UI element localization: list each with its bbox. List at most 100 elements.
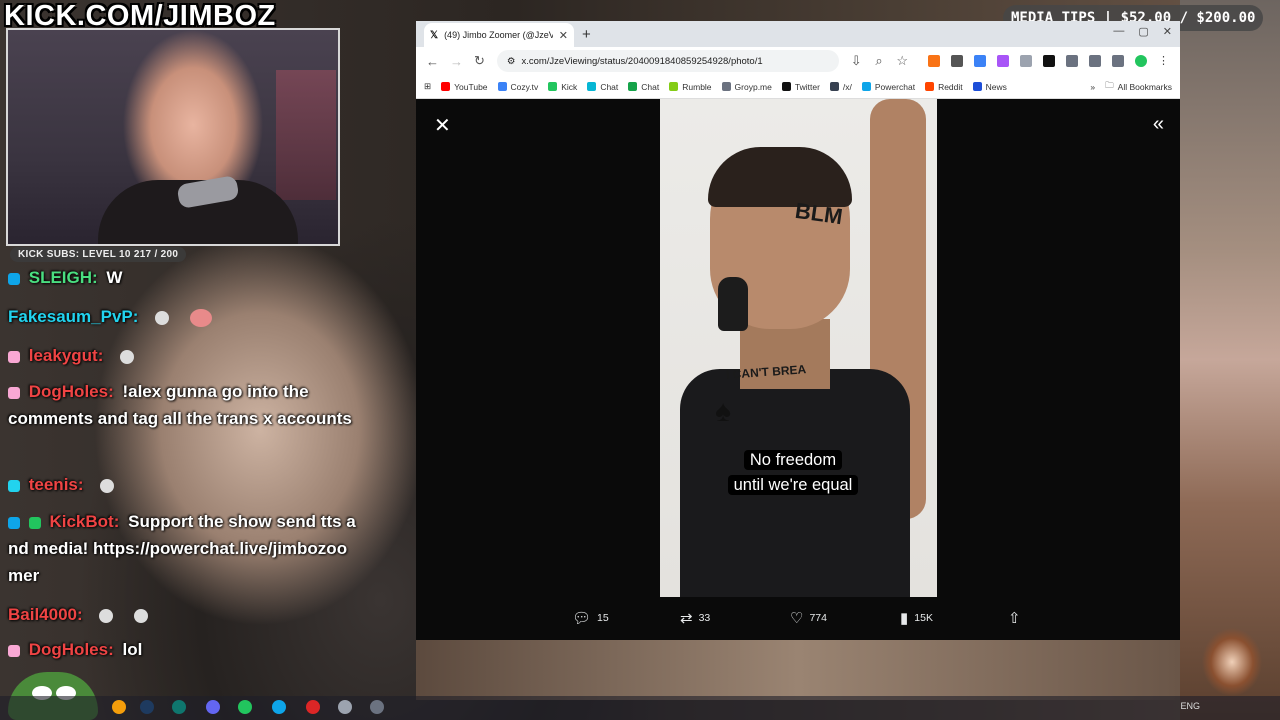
spotify-icon[interactable]	[238, 700, 252, 714]
x-extension-icon[interactable]	[1043, 55, 1055, 67]
share-button[interactable]: ⇧	[1008, 609, 1021, 627]
bookmark-star-icon[interactable]: ☆	[896, 53, 908, 69]
bookmark-label: /x/	[842, 81, 852, 92]
puzzle-icon[interactable]	[1066, 55, 1078, 67]
bookmark-twitter[interactable]: Twitter	[781, 81, 820, 92]
bookmark-powerchat[interactable]: Powerchat	[861, 81, 916, 92]
minimize-icon[interactable]: —	[1113, 25, 1124, 38]
chat-badge-icon	[28, 516, 41, 529]
caption-line: until we're equal	[727, 475, 859, 495]
bookmark-x[interactable]: /x/	[829, 81, 852, 92]
bookmark-groyp[interactable]: Groyp.me	[721, 82, 772, 92]
folder-icon: 🗀	[1105, 79, 1114, 90]
bookmark-cozy[interactable]: Cozy.tv	[497, 82, 538, 92]
powerchat-icon	[861, 82, 871, 91]
bookmark-kick[interactable]: Kick	[548, 82, 577, 92]
bookmark-label: News	[985, 81, 1007, 92]
heart-icon: ♡	[790, 610, 804, 627]
input-language[interactable]: ENG	[1180, 701, 1200, 711]
chat-username: teenis:	[28, 475, 84, 494]
emote-icon	[120, 349, 135, 364]
bookmark-label: Powerchat	[874, 81, 916, 92]
bookmark-label: Chat	[600, 81, 619, 92]
extension-icon[interactable]	[951, 55, 963, 67]
media-icon[interactable]	[1112, 55, 1124, 67]
url-text: x.com/JzeViewing/status/2040091840859254…	[521, 55, 763, 67]
chat-message: DogHoles: lol	[8, 636, 142, 663]
metamask-extension-icon[interactable]	[928, 55, 940, 67]
bookmark-chat[interactable]: Chat	[587, 82, 618, 92]
sidebar-icon[interactable]	[1089, 55, 1101, 67]
groyp-icon	[721, 82, 731, 91]
all-bookmarks[interactable]: 🗀 All Bookmarks	[1105, 80, 1172, 94]
chat-message: Fakesaum_PvP:	[8, 303, 220, 330]
chat-badge-icon	[8, 350, 20, 363]
telegram-icon[interactable]	[272, 700, 286, 714]
chat-username: SLEIGH:	[28, 268, 98, 287]
bookmark-label: YouTube	[454, 81, 488, 92]
url-input[interactable]: ⚙ x.com/JzeViewing/status/20400918408592…	[496, 50, 839, 72]
forward-icon[interactable]: →	[450, 54, 463, 69]
profile-avatar-icon[interactable]	[1135, 55, 1147, 67]
chat-username: DogHoles:	[28, 382, 114, 401]
window-close-icon[interactable]: ✕	[1163, 25, 1172, 38]
tab-close-icon[interactable]: ✕	[559, 29, 568, 42]
views-chart-icon: ▮	[900, 610, 909, 627]
chat-message: teenis:	[8, 471, 122, 498]
tab-title: (49) Jimbo Zoomer (@JzeViewing	[444, 30, 553, 40]
x-icon	[781, 82, 791, 91]
taskbar-app-icon[interactable]	[206, 700, 220, 714]
back-icon[interactable]: ←	[426, 54, 439, 69]
install-icon[interactable]: ⇩	[851, 53, 862, 69]
zoom-icon[interactable]: ⌕	[874, 53, 885, 69]
reload-icon[interactable]: ↻	[474, 53, 485, 69]
bookmarks-overflow-icon[interactable]: »	[1090, 82, 1095, 92]
like-button[interactable]: ♡ 774	[790, 609, 827, 627]
taskbar-app-icon[interactable]	[172, 700, 186, 714]
apps-grid-icon[interactable]: ⊞	[424, 81, 431, 92]
menu-icon[interactable]: ⋮	[1158, 55, 1170, 67]
steam-icon[interactable]	[140, 700, 154, 714]
chat-text: lol	[122, 640, 143, 659]
like-count: 774	[809, 612, 827, 624]
taskbar: ENG	[0, 696, 1280, 720]
taskbar-app-icon[interactable]	[370, 700, 384, 714]
extension-icon[interactable]	[974, 55, 986, 67]
taskbar-app-icon[interactable]	[338, 700, 352, 714]
reply-button[interactable]: 💬︎ 15	[572, 609, 609, 627]
taskbar-app-icon[interactable]	[306, 700, 320, 714]
new-tab-button[interactable]: +	[582, 26, 591, 47]
bookmark-news[interactable]: News	[972, 81, 1007, 92]
post-photo[interactable]: BLM I CAN'T BREA ♠ No freedom until we'r…	[660, 99, 937, 597]
photo-hair	[708, 147, 852, 207]
extension-icons: ⋮	[928, 55, 1170, 67]
bookmark-label: Twitter	[794, 81, 820, 92]
site-info-icon[interactable]: ⚙	[507, 56, 516, 67]
rumble-icon	[669, 82, 679, 91]
views-button[interactable]: ▮ 15K	[900, 609, 933, 627]
emote-icon	[134, 608, 149, 623]
caption-line: No freedom	[743, 450, 843, 470]
bookmark-youtube[interactable]: YouTube	[441, 81, 488, 92]
extension-icon[interactable]	[1020, 55, 1032, 67]
bookmark-reddit[interactable]: Reddit	[925, 82, 963, 92]
grid-icon	[829, 82, 839, 91]
subs-badge: KICK SUBS: LEVEL 10 217 / 200	[10, 247, 187, 262]
browser-tab[interactable]: 𝕏 (49) Jimbo Zoomer (@JzeViewing ✕	[424, 23, 574, 47]
extension-icon[interactable]	[997, 55, 1009, 67]
bookmark-chat-2[interactable]: Chat	[628, 82, 659, 92]
address-bar: ← → ↻ ⚙ x.com/JzeViewing/status/20400918…	[416, 47, 1180, 75]
taskbar-app-icon[interactable]	[112, 700, 126, 714]
close-icon[interactable]: ✕	[434, 113, 451, 138]
stream-background-bottom	[416, 640, 1180, 700]
maximize-icon[interactable]: ▢	[1138, 25, 1148, 38]
bookmark-rumble[interactable]: Rumble	[669, 82, 712, 92]
emote-icon	[99, 608, 114, 623]
bookmark-label: All Bookmarks	[1117, 81, 1172, 92]
collapse-panel-icon[interactable]: «	[1153, 113, 1164, 136]
repost-button[interactable]: ⇄ 33	[680, 609, 710, 627]
tab-bar: 𝕏 (49) Jimbo Zoomer (@JzeViewing ✕ + — ▢…	[416, 21, 1180, 47]
emote-icon	[100, 478, 115, 493]
chat-badge-icon	[8, 516, 20, 529]
bookmark-label: Chat	[641, 81, 660, 92]
